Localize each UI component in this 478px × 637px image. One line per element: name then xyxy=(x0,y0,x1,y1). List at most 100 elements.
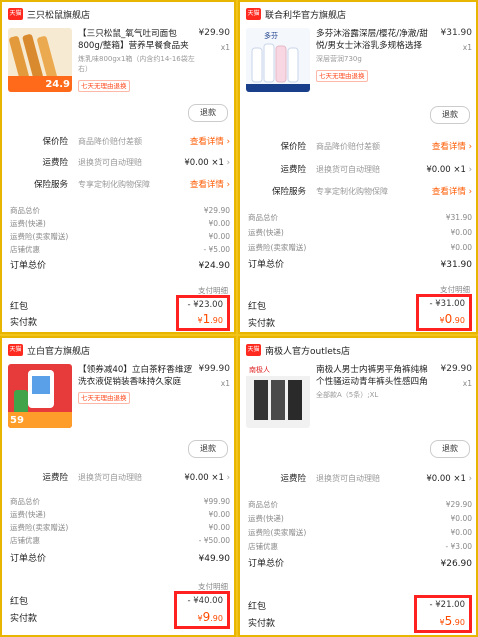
return-tag: 七天无理由退换 xyxy=(78,80,130,92)
redpacket-label: 红包 xyxy=(10,597,29,607)
store-header[interactable]: 天猫 立白官方旗舰店 xyxy=(8,343,90,357)
thumb-brand: 南极人 xyxy=(249,366,270,374)
service-label: 运费险 xyxy=(42,158,68,168)
product-spec: 炼乳味800gx1箱（内含约14-16袋左右） xyxy=(78,55,195,73)
fee-row: 商品总价 ¥29.90 xyxy=(248,500,472,509)
chevron-right-icon: › xyxy=(226,180,230,190)
service-row-yunfei[interactable]: 运费险 退换货可自动理赔 ¥0.00 ×1 › xyxy=(2,471,234,485)
order-card-libai: 天猫 立白官方旗舰店 59 【领券减40】立白茶籽香维逻洗衣液促销装香味持久家庭… xyxy=(0,336,236,637)
service-label: 运费险 xyxy=(42,473,68,483)
paid-amount: ¥1.90 xyxy=(197,312,223,326)
refund-button[interactable]: 退款 xyxy=(430,440,470,458)
product-title[interactable]: 多芬沐浴露深层/樱花/净澈/甜悦/男女士沐浴乳多规格选择 xyxy=(316,28,436,52)
service-row-baojia[interactable]: 保价险 商品降价赔付差额 查看详情 › xyxy=(2,135,234,149)
service-value: ¥0.00 ×1 › xyxy=(184,158,230,168)
paid-amount: ¥9.90 xyxy=(197,610,223,624)
fee-row: 运费(快递) ¥0.00 xyxy=(10,510,230,519)
tmall-badge-icon: 天猫 xyxy=(246,8,261,20)
chevron-right-icon: › xyxy=(468,187,472,197)
service-label: 保价险 xyxy=(42,137,68,147)
product-price: ¥31.90 xyxy=(440,28,473,38)
service-desc: 商品降价赔付差额 xyxy=(78,137,142,146)
product-title[interactable]: 南极人男士内裤男平角裤纯棉个性骚运动青年裤头性感四角短... xyxy=(316,364,436,388)
product-qty: x1 xyxy=(462,43,472,52)
thumb-price: 24.9 xyxy=(45,79,70,90)
product-thumbnail[interactable]: 多芬 xyxy=(246,28,310,92)
product-title[interactable]: 【领券减40】立白茶籽香维逻洗衣液促销装香味持久家庭整... xyxy=(78,364,194,388)
service-label: 保险服务 xyxy=(33,180,68,190)
product-spec: 深层营润730g xyxy=(316,55,362,63)
store-header[interactable]: 天猫 南极人官方outlets店 xyxy=(246,343,350,357)
fee-row: 商品总价 ¥29.90 xyxy=(10,206,230,215)
chevron-right-icon: › xyxy=(468,165,472,175)
product-price: ¥29.90 xyxy=(198,28,231,38)
service-value: ¥0.00 ×1 › xyxy=(426,474,472,484)
service-value: ¥0.00 ×1 › xyxy=(426,165,472,175)
order-card-nanjiren: 天猫 南极人官方outlets店 南极人 南极人男士内裤男平角裤纯棉个性骚运动青… xyxy=(238,336,478,637)
refund-button[interactable]: 退款 xyxy=(430,106,470,124)
fee-row: 运费险(卖家赠送) ¥0.00 xyxy=(10,523,230,532)
order-total-row: 订单总价 ¥31.90 xyxy=(248,260,472,270)
service-label: 保价险 xyxy=(280,142,306,152)
redpacket-value: - ¥23.00 xyxy=(187,300,223,310)
service-label: 运费险 xyxy=(280,165,306,175)
tmall-badge-icon: 天猫 xyxy=(8,344,23,356)
refund-button[interactable]: 退款 xyxy=(188,440,228,458)
service-row-baoxian[interactable]: 保险服务 专享定制化购物保障 查看详情 › xyxy=(2,178,234,192)
fee-row: 运费(快递) ¥0.00 xyxy=(248,228,472,237)
order-total-row: 订单总价 ¥24.90 xyxy=(10,261,230,271)
product-title[interactable]: 【三只松鼠_氧气吐司面包800g/整箱】营养早餐食品夹心小零... xyxy=(78,28,194,52)
product-price: ¥99.90 xyxy=(198,364,231,374)
service-row-baoxian[interactable]: 保险服务 专享定制化购物保障 查看详情 › xyxy=(240,185,476,199)
service-label: 保险服务 xyxy=(271,187,306,197)
product-thumbnail[interactable]: 24.9 xyxy=(8,28,72,92)
paid-label: 实付款 xyxy=(248,619,276,629)
service-label: 运费险 xyxy=(280,474,306,484)
service-desc: 退换货可自动理赔 xyxy=(78,473,142,482)
order-total-row: 订单总价 ¥49.90 xyxy=(10,554,230,564)
service-row-baojia[interactable]: 保价险 商品降价赔付差额 查看详情 › xyxy=(240,140,476,154)
chevron-right-icon: › xyxy=(226,158,230,168)
return-tag: 七天无理由退换 xyxy=(78,392,130,404)
fee-row: 店铺优惠 - ¥5.00 xyxy=(10,245,230,254)
redpacket-label: 红包 xyxy=(248,302,267,312)
refund-button[interactable]: 退款 xyxy=(188,104,228,122)
store-header[interactable]: 天猫 三只松鼠旗舰店 xyxy=(8,7,90,21)
service-value: ¥0.00 ×1 › xyxy=(184,473,230,483)
paid-amount: ¥5.90 xyxy=(439,614,465,628)
service-desc: 专享定制化购物保障 xyxy=(78,180,150,189)
redpacket-value: - ¥40.00 xyxy=(187,596,223,606)
service-row-yunfei[interactable]: 运费险 退换货可自动理赔 ¥0.00 ×1 › xyxy=(240,163,476,177)
service-row-yunfei[interactable]: 运费险 退换货可自动理赔 ¥0.00 ×1 › xyxy=(2,156,234,170)
view-detail-link[interactable]: 查看详情 › xyxy=(190,178,230,192)
order-total-row: 订单总价 ¥26.90 xyxy=(248,559,472,569)
order-card-unilever: 天猫 联合利华官方旗舰店 多芬 多芬沐浴露深层/樱花/净澈/甜悦/男女士沐浴乳多… xyxy=(238,0,478,334)
fee-row: 运费险(卖家赠送) ¥0.00 xyxy=(248,243,472,252)
thumb-price: 59 xyxy=(10,415,24,426)
view-detail-link[interactable]: 查看详情 › xyxy=(432,140,472,154)
service-row-yunfei[interactable]: 运费险 退换货可自动理赔 ¥0.00 ×1 › xyxy=(240,472,476,486)
redpacket-label: 红包 xyxy=(10,302,29,312)
fee-row: 商品总价 ¥31.90 xyxy=(248,213,472,222)
fee-row: 运费(快递) ¥0.00 xyxy=(248,514,472,523)
service-desc: 退换货可自动理赔 xyxy=(316,474,380,483)
service-desc: 商品降价赔付差额 xyxy=(316,142,380,151)
product-thumbnail[interactable]: 南极人 xyxy=(246,364,310,428)
view-detail-link[interactable]: 查看详情 › xyxy=(190,135,230,149)
product-thumbnail[interactable]: 59 xyxy=(8,364,72,428)
return-tag: 七天无理由退换 xyxy=(316,70,368,82)
store-name: 立白官方旗舰店 xyxy=(27,346,91,357)
paid-label: 实付款 xyxy=(10,614,38,624)
highlight-box: - ¥40.00 ¥9.90 xyxy=(174,591,230,629)
product-price: ¥29.90 xyxy=(440,364,473,374)
paid-label: 实付款 xyxy=(248,319,276,329)
redpacket-label: 红包 xyxy=(248,602,267,612)
view-detail-link[interactable]: 查看详情 › xyxy=(432,185,472,199)
fee-row: 运费险(卖家赠送) ¥0.00 xyxy=(10,232,230,241)
store-header[interactable]: 天猫 联合利华官方旗舰店 xyxy=(246,7,346,21)
store-name: 南极人官方outlets店 xyxy=(265,346,350,357)
store-name: 联合利华官方旗舰店 xyxy=(265,10,347,21)
product-spec: 全部款A（5条）;XL xyxy=(316,391,379,399)
fee-row: 运费(快递) ¥0.00 xyxy=(10,219,230,228)
redpacket-value: - ¥31.00 xyxy=(429,299,465,309)
